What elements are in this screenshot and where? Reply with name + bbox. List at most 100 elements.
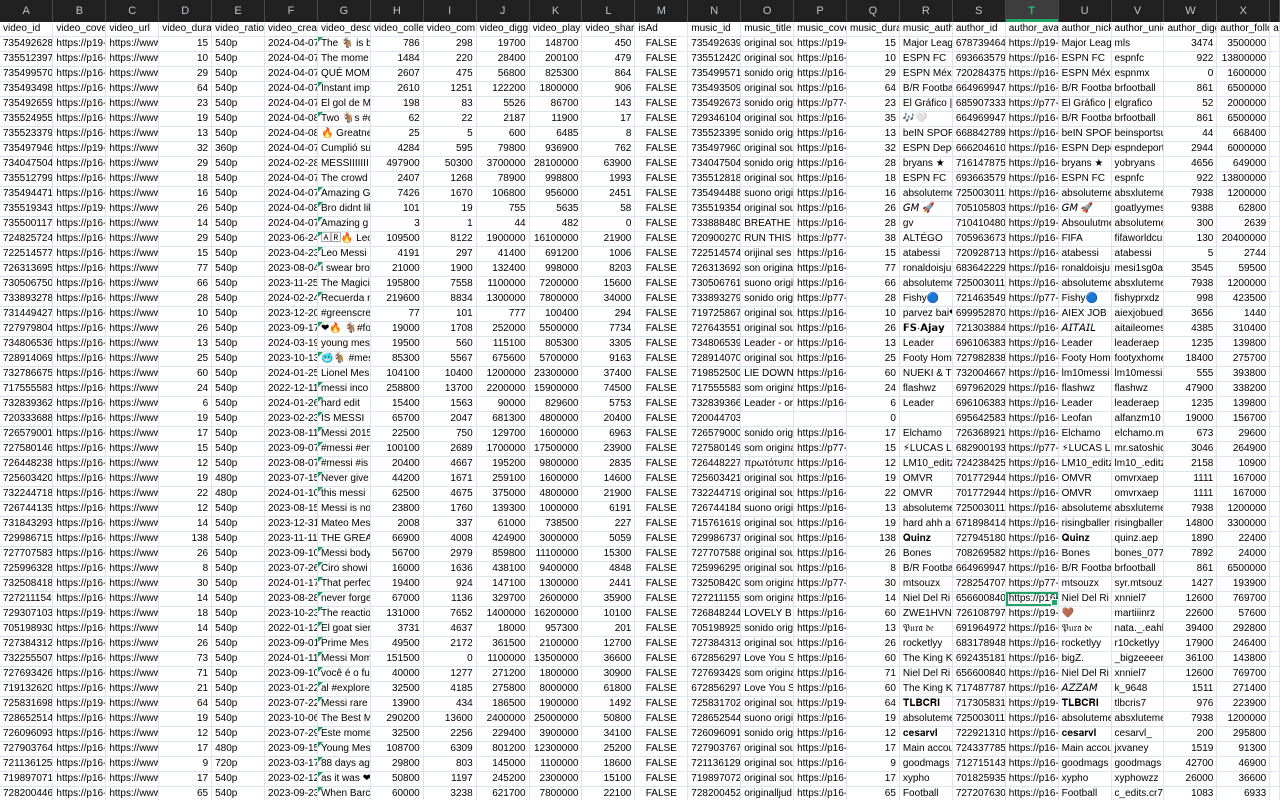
cell-F13[interactable]: 2024-04-08 [264,201,318,217]
cell-C35[interactable]: https://www [105,531,160,547]
cell-P2[interactable]: https://p19- [793,36,847,52]
cell-S46[interactable]: 717305831 [952,696,1006,712]
cell-S16[interactable]: 720928713 [952,246,1006,262]
cell-I41[interactable]: 4637 [423,621,477,637]
cell-P16[interactable]: https://p16- [793,246,847,262]
cell-S19[interactable]: 721463549 [952,291,1006,307]
cell-A34[interactable]: 731843293 [0,516,54,532]
cell-I9[interactable]: 595 [423,141,477,157]
cell-D20[interactable]: 10 [158,306,213,322]
cell-R45[interactable]: The King K [899,681,953,697]
cell-O2[interactable]: original sou [740,36,795,52]
cell-I12[interactable]: 1670 [423,186,477,202]
cell-T13[interactable]: https://p16- [1005,201,1059,217]
cell-A12[interactable]: 735494471 [0,186,54,202]
field-music_id[interactable]: music_id [687,22,742,37]
cell-C43[interactable]: https://www [105,651,160,667]
cell-P12[interactable]: https://p16- [793,186,847,202]
cell-K40[interactable]: 16200000 [529,606,583,622]
cell-H8[interactable]: 25 [370,126,424,142]
cell-X37[interactable]: 6500000 [1216,561,1271,577]
cell-W3[interactable]: 922 [1163,51,1218,67]
cell-A14[interactable]: 735500117 [0,216,54,232]
cell-P21[interactable]: https://p16- [793,321,847,337]
cell-B9[interactable]: https://p19- [52,141,107,157]
cell-D38[interactable]: 30 [158,576,213,592]
cell-J49[interactable]: 801200 [476,741,530,757]
cell-V43[interactable]: _bigzeeeer [1111,651,1165,667]
cell-H21[interactable]: 19000 [370,321,424,337]
cell-J27[interactable]: 681300 [476,411,530,427]
cell-C2[interactable]: https://www [105,36,160,52]
cell-R51[interactable]: xypho [899,771,953,787]
cell-D40[interactable]: 18 [158,606,213,622]
cell-V35[interactable]: quinz.aep [1111,531,1165,547]
cell-B20[interactable]: https://p16- [52,306,107,322]
cell-G50[interactable]: 88 days ag [317,756,371,772]
cell-L39[interactable]: 35900 [581,591,636,607]
cell-E42[interactable]: 540p [211,636,266,652]
cell-F32[interactable]: 2024-01-10 [264,486,318,502]
cell-K15[interactable]: 16100000 [529,231,583,247]
cell-V51[interactable]: xyphowzz [1111,771,1165,787]
cell-B10[interactable]: https://p16- [52,156,107,172]
cell-V25[interactable]: flashwz [1111,381,1165,397]
cell-S51[interactable]: 701825935 [952,771,1006,787]
cell-V46[interactable]: tlbcris7 [1111,696,1165,712]
cell-O17[interactable]: son origina [740,261,795,277]
cell-M9[interactable]: FALSE [634,141,689,157]
cell-D36[interactable]: 26 [158,546,213,562]
cell-T20[interactable]: https://p16- [1005,306,1059,322]
cell-N7[interactable]: 729346104 [687,111,742,127]
cell-W33[interactable]: 7938 [1163,501,1218,517]
cell-D52[interactable]: 65 [158,786,213,800]
cell-W18[interactable]: 7938 [1163,276,1218,292]
cell-J22[interactable]: 115100 [476,336,530,352]
cell-B51[interactable]: https://p16- [52,771,107,787]
cell-Q3[interactable]: 10 [846,51,900,67]
cell-M39[interactable]: FALSE [634,591,689,607]
cell-H2[interactable]: 786 [370,36,424,52]
cell-P43[interactable]: https://p16- [793,651,847,667]
cell-E17[interactable]: 540p [211,261,266,277]
cell-G46[interactable]: Messi rare [317,696,371,712]
cell-R19[interactable]: Fishy🔵 [899,291,953,307]
cell-U13[interactable]: 𝘎𝘔 🚀 [1058,201,1112,217]
cell-R43[interactable]: The King K [899,651,953,667]
cell-U25[interactable]: flashwz [1058,381,1112,397]
cell-P5[interactable]: https://p16- [793,81,847,97]
cell-G35[interactable]: THE GREA [317,531,371,547]
cell-S40[interactable]: 726108797 [952,606,1006,622]
cell-K11[interactable]: 998800 [529,171,583,187]
cell-O33[interactable]: suono origi [740,501,795,517]
cell-F51[interactable]: 2023-02-12 [264,771,318,787]
cell-Q47[interactable]: 19 [846,711,900,727]
cell-L25[interactable]: 74500 [581,381,636,397]
field-video_play[interactable]: video_play [529,22,583,37]
cell-L9[interactable]: 762 [581,141,636,157]
cell-B12[interactable]: https://p16- [52,186,107,202]
cell-C44[interactable]: https://www [105,666,160,682]
cell-G30[interactable]: #messi #is [317,456,371,472]
cell-U5[interactable]: B/R Footba [1058,81,1112,97]
cell-B36[interactable]: https://p16- [52,546,107,562]
cell-G26[interactable]: hard edit [317,396,371,412]
cell-K4[interactable]: 825300 [529,66,583,82]
cell-Q13[interactable]: 26 [846,201,900,217]
field-partial[interactable]: a [1269,22,1280,37]
cell-H31[interactable]: 44200 [370,471,424,487]
cell-D6[interactable]: 23 [158,96,213,112]
cell-G6[interactable]: El gol de M [317,96,371,112]
cell-X42[interactable]: 246400 [1216,636,1271,652]
cell-Q15[interactable]: 38 [846,231,900,247]
cell-N47[interactable]: 728652544 [687,711,742,727]
cell-X25[interactable]: 338200 [1216,381,1271,397]
cell-X6[interactable]: 2000000 [1216,96,1271,112]
cell-L15[interactable]: 21900 [581,231,636,247]
cell-N33[interactable]: 726744184 [687,501,742,517]
cell-F11[interactable]: 2024-04-07 [264,171,318,187]
cell-U47[interactable]: absoluteme [1058,711,1112,727]
cell-Q11[interactable]: 18 [846,171,900,187]
cell-L51[interactable]: 15100 [581,771,636,787]
cell-X33[interactable]: 1200000 [1216,501,1271,517]
